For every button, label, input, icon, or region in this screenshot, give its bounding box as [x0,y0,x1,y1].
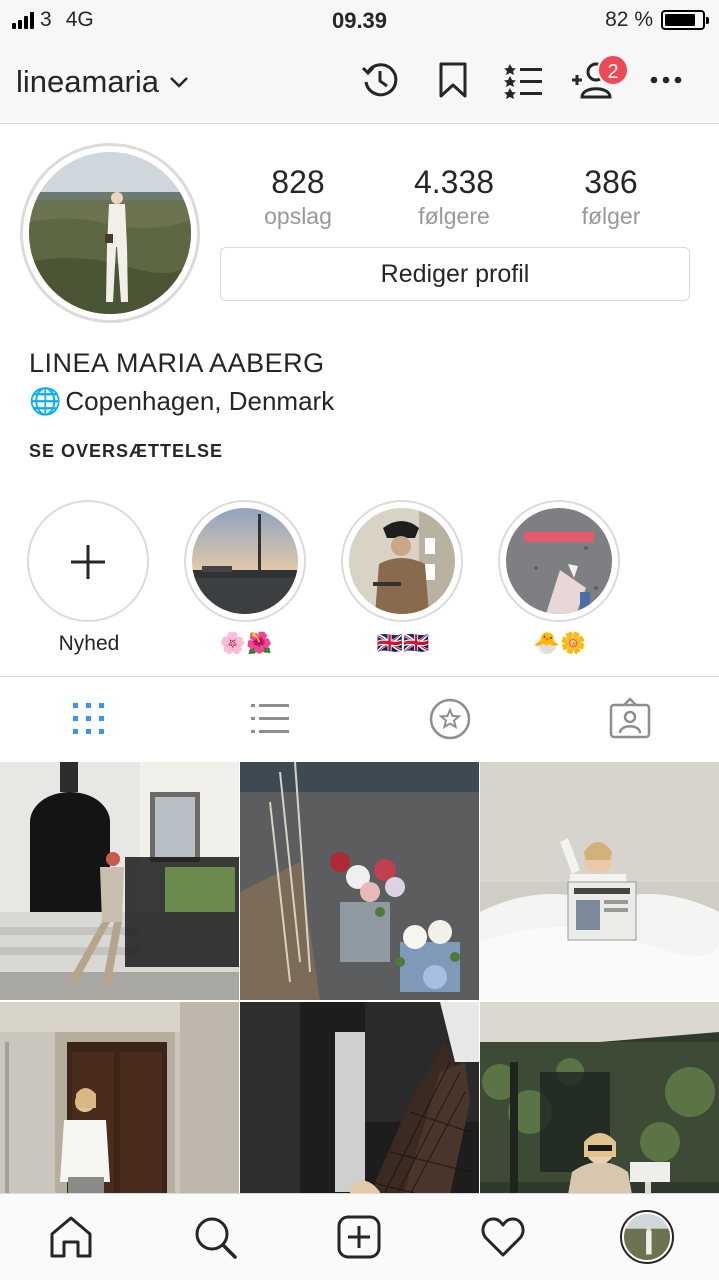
divider [0,676,719,677]
battery-icon [661,10,709,30]
stat-value: 4.338 [413,164,495,200]
highlight-new[interactable]: Nyhed [27,500,151,662]
search-icon[interactable] [192,1214,238,1260]
tagged-icon[interactable] [608,697,652,741]
stat-value: 386 [584,164,638,200]
heart-icon[interactable] [480,1214,526,1260]
plus-icon [71,545,105,579]
status-right: 82 % [605,8,709,32]
bookmark-icon[interactable] [433,60,473,100]
highlight-ring [184,500,306,622]
username: lineamaria [16,64,160,99]
highlight-story[interactable]: 🌸🌺 [184,500,308,662]
highlight-ring [498,500,620,622]
highlight-label: 🇬🇧🇬🇧 [376,632,430,655]
grid-icon[interactable] [67,697,111,741]
profile-avatar[interactable] [620,1210,674,1264]
stat-label: følgere [418,203,490,229]
more-icon[interactable] [646,60,686,100]
post-thumbnail[interactable] [240,762,479,1000]
stat-following[interactable]: 386 følger [536,164,686,230]
highlight-label: 🌸🌺 [219,632,273,655]
highlight-story[interactable]: 🇬🇧🇬🇧 [341,500,465,662]
archive-clock-icon[interactable] [360,60,400,100]
see-translation-link[interactable]: SE OVERSÆTTELSE [29,441,223,462]
close-friends-list-icon[interactable] [504,60,544,100]
stat-label: følger [581,203,641,229]
post-thumbnail[interactable] [0,762,239,1000]
highlight-cover [192,508,298,614]
battery-percent: 82 % [605,8,653,31]
post-grid [0,762,719,1240]
account-switcher[interactable]: lineamaria [16,64,189,100]
home-icon[interactable] [48,1214,94,1260]
highlight-label: Nyhed [58,632,120,655]
stat-posts: 828 opslag [223,164,373,230]
star-icon[interactable] [428,697,472,741]
globe-icon: 🌐 [29,386,62,416]
list-icon[interactable] [248,697,292,741]
highlight-story[interactable]: 🐣🌼 [498,500,622,662]
full-name: LINEA MARIA AABERG [29,348,325,378]
highlight-ring [341,500,463,622]
bottom-nav [0,1193,719,1280]
stat-followers[interactable]: 4.338 følgere [379,164,529,230]
chevron-down-icon [170,77,188,88]
stat-value: 828 [271,164,325,200]
notification-badge: 2 [597,54,629,86]
post-thumbnail[interactable] [480,762,719,1000]
profile-header: lineamaria 2 [0,40,719,124]
highlight-cover [349,508,455,614]
status-bar: 3 4G 09.39 82 % [0,0,719,40]
location-text: Copenhagen, Denmark [65,386,335,416]
highlight-ring [27,500,149,622]
highlight-label: 🐣🌼 [533,632,587,655]
bio-location: 🌐 Copenhagen, Denmark [29,386,334,417]
profile-avatar[interactable] [29,152,191,314]
edit-profile-button[interactable]: Rediger profil [220,247,690,301]
add-post-icon[interactable] [336,1214,382,1260]
stat-label: opslag [264,203,332,229]
highlight-cover [506,508,612,614]
